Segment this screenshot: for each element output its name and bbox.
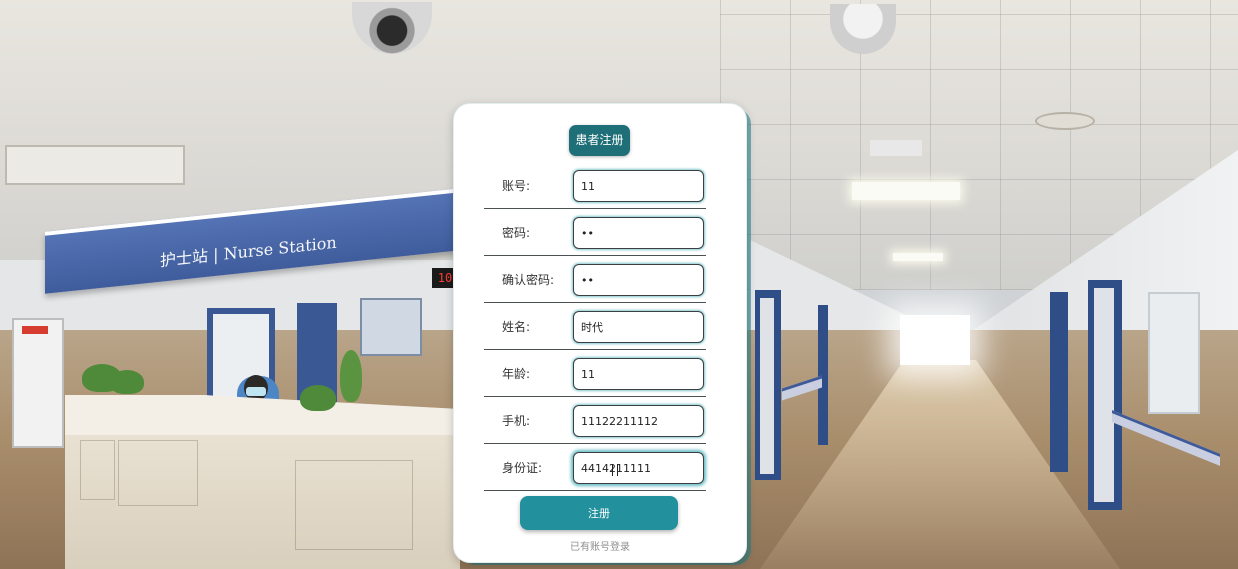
corridor-window xyxy=(900,315,970,365)
age-label: 年龄: xyxy=(502,367,531,381)
phone-input[interactable] xyxy=(573,405,704,437)
side-door xyxy=(12,318,64,448)
confirm-password-row: 确认密码: xyxy=(484,256,706,303)
age-row: 年龄: xyxy=(484,350,706,397)
register-title: 患者注册 xyxy=(569,125,630,156)
register-card: 患者注册 账号: 密码: 确认密码: 姓名: 年龄: 手机: 身份证: 注册已有账号登录 xyxy=(454,104,746,562)
wall-info-board xyxy=(1148,292,1200,414)
text-cursor-icon xyxy=(612,464,618,476)
name-input[interactable] xyxy=(573,311,704,343)
desk-panel xyxy=(295,460,413,550)
confirm-password-input[interactable] xyxy=(573,264,704,296)
name-row: 姓名: xyxy=(484,303,706,350)
ceiling-vent xyxy=(5,145,185,185)
nurse-mask xyxy=(246,387,266,396)
account-row: 账号: xyxy=(484,162,706,209)
ceiling-light xyxy=(893,253,943,261)
id-card-label: 身份证: xyxy=(502,461,543,475)
id-card-row: 身份证: xyxy=(484,444,706,491)
smoke-detector xyxy=(1035,112,1095,130)
exit-sign xyxy=(22,326,48,334)
corridor-door-panel xyxy=(1094,288,1114,502)
potted-plant xyxy=(300,385,336,411)
desk-panel xyxy=(118,440,198,506)
phone-label: 手机: xyxy=(502,414,531,428)
corridor-door xyxy=(1050,292,1068,472)
potted-plant xyxy=(340,350,362,402)
desk-panel xyxy=(80,440,115,500)
ceiling-light xyxy=(870,140,922,156)
register-button[interactable]: 注册 xyxy=(520,496,678,530)
login-link[interactable]: 已有账号登录 xyxy=(454,538,746,553)
phone-row: 手机: xyxy=(484,397,706,444)
potted-plant xyxy=(110,370,144,394)
name-label: 姓名: xyxy=(502,320,531,334)
account-label: 账号: xyxy=(502,179,531,193)
notice-board xyxy=(360,298,422,356)
password-input[interactable] xyxy=(573,217,704,249)
age-input[interactable] xyxy=(573,358,704,390)
corridor-door-panel xyxy=(760,298,774,474)
password-label: 密码: xyxy=(502,226,531,240)
ceiling-light xyxy=(852,182,960,200)
id-card-input[interactable] xyxy=(573,452,704,484)
account-input[interactable] xyxy=(573,170,704,202)
confirm-password-label: 确认密码: xyxy=(502,273,555,287)
password-row: 密码: xyxy=(484,209,706,256)
